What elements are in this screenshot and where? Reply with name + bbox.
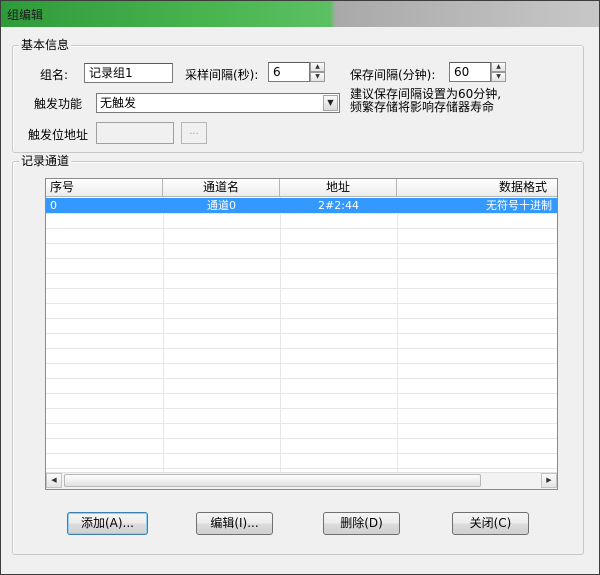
group-edit-dialog: 组编辑 基本信息 组名: 记录组1 采样间隔(秒): 6 ▲ ▼ 保存间隔(分钟… (0, 0, 600, 575)
grid-line (46, 423, 557, 424)
save-interval-input[interactable]: 60 (449, 62, 491, 82)
spin-down-icon[interactable]: ▼ (310, 72, 325, 82)
sample-interval-spinner: ▲ ▼ (310, 62, 325, 82)
grid-line (46, 408, 557, 409)
grid-line (46, 288, 557, 289)
grid-line (46, 303, 557, 304)
grid-line (46, 333, 557, 334)
channels-group-title: 记录通道 (19, 153, 72, 169)
column-header-name[interactable]: 通道名 (163, 179, 280, 197)
sample-interval-label: 采样间隔(秒): (185, 68, 259, 82)
scrollbar-thumb[interactable] (64, 474, 481, 487)
window-title: 组编辑 (7, 8, 44, 22)
grid-line (46, 213, 557, 214)
trigger-address-label: 触发位地址 (28, 128, 89, 142)
trigger-function-select[interactable]: 无触发 ▼ (96, 93, 340, 113)
grid-line (397, 197, 398, 474)
edit-button[interactable]: 编辑(I)... (196, 512, 273, 535)
grid-line (46, 378, 557, 379)
grid-line (46, 453, 557, 454)
group-name-label: 组名: (40, 68, 69, 82)
hint-line-2: 频繁存储将影响存储器寿命 (350, 100, 495, 114)
grid-line (46, 393, 557, 394)
delete-button[interactable]: 删除(D) (323, 512, 400, 535)
grid-line (280, 197, 281, 474)
sample-interval-input[interactable]: 6 (268, 62, 310, 82)
basic-info-group-title: 基本信息 (19, 37, 72, 53)
cell-name: 通道0 (207, 199, 236, 212)
grid-line (46, 228, 557, 229)
scroll-left-icon[interactable]: ◀ (46, 473, 62, 488)
table-row[interactable]: 0 通道0 2#2:44 无符号十进制 (46, 198, 557, 213)
trigger-function-value: 无触发 (100, 96, 137, 110)
title-bar[interactable]: 组编辑 (1, 1, 599, 27)
grid-line (46, 318, 557, 319)
column-header-index[interactable]: 序号 (46, 179, 163, 197)
trigger-address-input[interactable] (96, 122, 174, 144)
grid-line (46, 273, 557, 274)
grid-line (163, 197, 164, 474)
column-header-format[interactable]: 数据格式 (397, 179, 557, 197)
spin-up-icon[interactable]: ▲ (310, 62, 325, 72)
cell-format: 无符号十进制 (486, 199, 552, 212)
horizontal-scrollbar[interactable]: ◀ ▶ (46, 472, 557, 489)
channels-list[interactable]: 序号 通道名 地址 数据格式 0 通道0 2#2:44 无符号十进制 ◀ ▶ (45, 178, 558, 490)
trigger-address-browse-button[interactable]: ... (181, 122, 207, 144)
trigger-function-label: 触发功能 (34, 97, 83, 111)
save-interval-spinner: ▲ ▼ (491, 62, 506, 82)
add-button[interactable]: 添加(A)... (67, 512, 148, 535)
grid-line (46, 363, 557, 364)
close-button[interactable]: 关闭(C) (452, 512, 529, 535)
cell-address: 2#2:44 (318, 199, 359, 212)
grid-line (46, 438, 557, 439)
column-header-address[interactable]: 地址 (280, 179, 397, 197)
grid-line (46, 348, 557, 349)
cell-index: 0 (50, 199, 57, 212)
grid-line (46, 468, 557, 469)
save-interval-label: 保存间隔(分钟): (350, 68, 436, 82)
scroll-right-icon[interactable]: ▶ (541, 473, 557, 488)
grid-line (46, 243, 557, 244)
spin-down-icon[interactable]: ▼ (491, 72, 506, 82)
spin-up-icon[interactable]: ▲ (491, 62, 506, 72)
chevron-down-icon[interactable]: ▼ (323, 95, 338, 111)
group-name-input[interactable]: 记录组1 (84, 63, 173, 83)
grid-line (46, 258, 557, 259)
